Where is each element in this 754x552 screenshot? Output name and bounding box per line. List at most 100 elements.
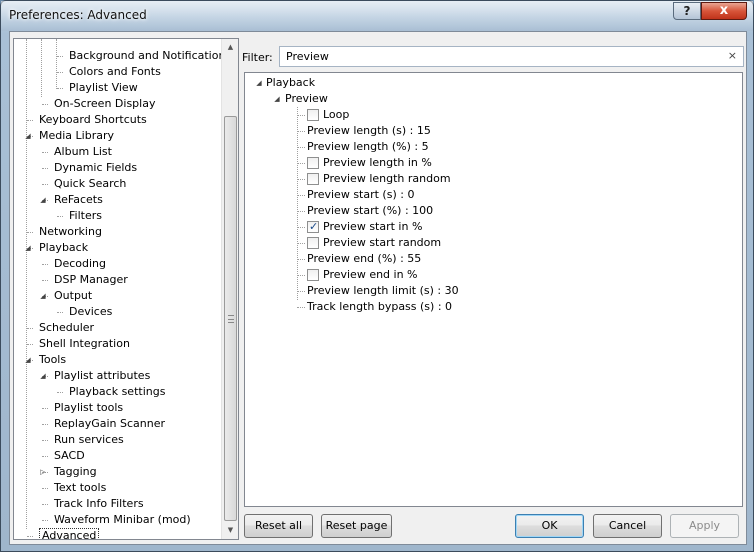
advanced-settings-tree: ◢ Playback ◢ Preview Loop Preview length (s) … [244,72,743,507]
expanded-arrow-icon[interactable]: ◢ [39,192,47,208]
expanded-arrow-icon[interactable]: ◢ [24,128,32,144]
sidebar-item[interactable]: ◢ Tools [14,352,220,368]
checked-checkbox[interactable]: ✓ [307,220,319,233]
sidebar-item[interactable]: ◢ Media Library [14,128,220,144]
reset-page-button[interactable]: Reset page [321,514,392,538]
adv-checkbox-item[interactable]: Preview length random [245,171,735,187]
sidebar-item[interactable]: ◢ Playback [14,240,220,256]
sidebar-item-label: Colors and Fonts [69,65,161,78]
sidebar-item-label: Tools [39,353,67,366]
reset-all-button[interactable]: Reset all [244,514,313,538]
sidebar-item[interactable]: Colors and Fonts [14,64,220,80]
scroll-thumb[interactable] [224,116,237,521]
sidebar-item[interactable]: Scheduler [14,320,220,336]
sidebar-item[interactable]: Shell Integration [14,336,220,352]
checkbox[interactable] [307,157,319,169]
cancel-button[interactable]: Cancel [593,514,662,538]
sidebar-item[interactable]: ▷ Tagging [14,464,220,480]
sidebar-item[interactable]: Track Info Filters [14,496,220,512]
sidebar-item[interactable]: Networking [14,224,220,240]
sidebar-item-label: Scheduler [39,321,95,334]
collapsed-arrow-icon[interactable]: ▷ [39,464,47,480]
sidebar-item[interactable]: On-Screen Display [14,96,220,112]
sidebar-item[interactable]: Run services [14,432,220,448]
expanded-arrow-icon[interactable]: ◢ [39,288,47,304]
checkbox[interactable] [307,237,319,249]
sidebar-item-label: Playlist tools [54,401,124,414]
sidebar-item[interactable]: SACD [14,448,220,464]
sidebar-item-label: Playlist attributes [54,369,151,382]
sidebar-item-label: Playlist View [69,81,138,94]
sidebar-item[interactable]: ◢ ReFacets [14,192,220,208]
sidebar-item-label: ReFacets [54,193,103,206]
adv-checkbox-item[interactable]: Preview end in % [245,267,735,283]
close-button[interactable]: x [701,2,747,20]
adv-item-label: Track length bypass (s) : 0 [307,300,453,313]
sidebar-item[interactable]: Quick Search [14,176,220,192]
expanded-arrow-icon[interactable]: ◢ [39,368,47,384]
sidebar-item[interactable]: Keyboard Shortcuts [14,112,220,128]
expanded-arrow-icon[interactable]: ◢ [255,75,263,91]
sidebar-item[interactable]: Playback settings [14,384,220,400]
filter-input[interactable]: Preview × [279,46,744,67]
sidebar-item[interactable]: Dynamic Fields [14,160,220,176]
sidebar-item[interactable]: Filters [14,208,220,224]
expanded-arrow-icon[interactable]: ◢ [24,352,32,368]
adv-checkbox-item[interactable]: ✓ Preview start in % [245,219,735,235]
preferences-tree-items: Background and Notifications Colors and F… [14,39,231,539]
sidebar-item[interactable]: Devices [14,304,220,320]
checkbox[interactable] [307,109,319,121]
sidebar-item-label: Background and Notifications [69,49,232,62]
apply-button[interactable]: Apply [670,514,739,538]
expanded-arrow-icon[interactable]: ◢ [24,240,32,256]
adv-value-item[interactable]: Preview length limit (s) : 30 [245,283,735,299]
adv-value-item[interactable]: Preview length (%) : 5 [245,139,735,155]
checkbox[interactable] [307,173,319,185]
sidebar-item-label: Keyboard Shortcuts [39,113,147,126]
sidebar-item[interactable]: Playlist tools [14,400,220,416]
sidebar-item-label: SACD [54,449,85,462]
sidebar-item[interactable]: Background and Notifications [14,48,231,64]
adv-value-item[interactable]: Preview length (s) : 15 [245,123,735,139]
adv-value-item[interactable]: Track length bypass (s) : 0 [245,299,735,315]
adv-value-item[interactable]: Preview start (%) : 100 [245,203,735,219]
sidebar-item[interactable]: Decoding [14,256,220,272]
adv-item-label: Preview end in % [323,268,418,281]
sidebar-item-label: Devices [69,305,113,318]
checkbox[interactable] [307,269,319,281]
sidebar-item-label: Shell Integration [39,337,130,350]
sidebar-item-label: Playback settings [69,385,166,398]
adv-checkbox-item[interactable]: Preview start random [245,235,735,251]
help-button[interactable]: ? [673,2,701,20]
sidebar-item[interactable]: Waveform Minibar (mod) [14,512,220,528]
clear-filter-icon[interactable]: × [728,49,737,62]
ok-button[interactable]: OK [515,514,584,538]
adv-checkbox-item[interactable]: Preview length in % [245,155,735,171]
adv-group-label: Preview [285,92,328,105]
adv-value-item[interactable]: Preview start (s) : 0 [245,187,735,203]
sidebar-item[interactable]: ◢ Playlist attributes [14,368,220,384]
sidebar-item-label: Waveform Minibar (mod) [54,513,191,526]
sidebar-item[interactable]: Album List [14,144,220,160]
sidebar-item[interactable]: Advanced [14,528,220,539]
filter-value: Preview [286,50,329,63]
sidebar-item[interactable]: ◢ Output [14,288,220,304]
tree-scrollbar[interactable]: ▲ ▼ [221,39,238,539]
adv-item-label: Preview end (%) : 55 [307,252,422,265]
sidebar-item-label: Run services [54,433,124,446]
sidebar-item[interactable]: DSP Manager [14,272,220,288]
expanded-arrow-icon[interactable]: ◢ [273,91,281,107]
sidebar-item-label: Dynamic Fields [54,161,138,174]
sidebar-item[interactable]: ReplayGain Scanner [14,416,220,432]
sidebar-item-label: Output [54,289,93,302]
sidebar-item[interactable]: Text tools [14,480,220,496]
adv-value-item[interactable]: Preview end (%) : 55 [245,251,735,267]
adv-checkbox-item[interactable]: Loop [245,107,735,123]
preferences-tree: Background and Notifications Colors and F… [13,38,239,540]
title-bar[interactable]: Preferences: Advanced ? x [1,1,753,31]
dialog-client-area: Background and Notifications Colors and F… [9,31,747,545]
scroll-up-arrow-icon[interactable]: ▲ [222,39,238,56]
sidebar-item[interactable]: Playlist View [14,80,220,96]
adv-item-label: Preview start in % [323,220,423,233]
scroll-down-arrow-icon[interactable]: ▼ [222,522,238,539]
